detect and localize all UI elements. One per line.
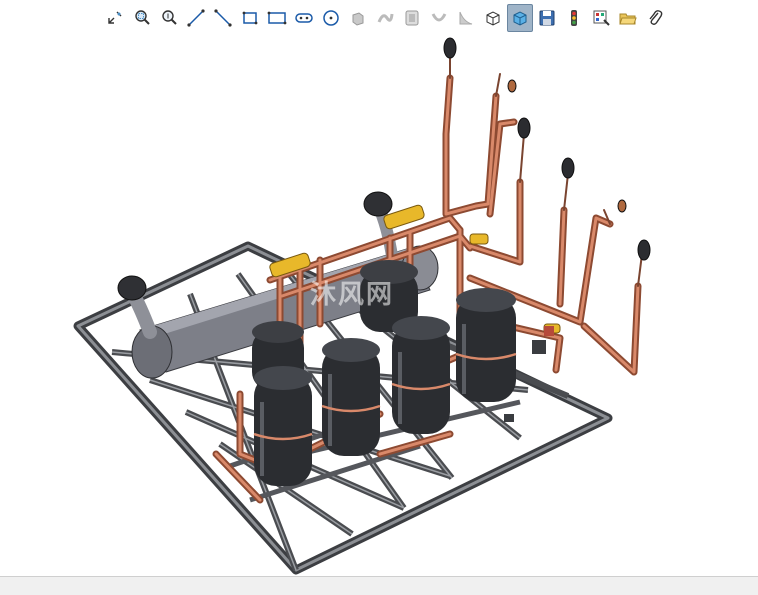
- hole-icon: [429, 8, 449, 28]
- rebuild-traffic-light-icon: [564, 8, 584, 28]
- compressor: [456, 288, 516, 402]
- compressor: [322, 338, 380, 456]
- view-orientation-icon: [483, 8, 503, 28]
- extrude-button[interactable]: [345, 4, 371, 32]
- slot-button[interactable]: [291, 4, 317, 32]
- options-icon: [591, 8, 611, 28]
- rebuild-traffic-light-button[interactable]: [561, 4, 587, 32]
- zoom-to-fit-icon: [105, 8, 125, 28]
- pressure-gauges: [443, 37, 651, 261]
- zoom-to-fit-button[interactable]: [102, 4, 128, 32]
- shaded-view-button[interactable]: [507, 4, 533, 32]
- cut-button[interactable]: [399, 4, 425, 32]
- centerline-button[interactable]: [210, 4, 236, 32]
- paperclip-button[interactable]: [642, 4, 668, 32]
- zoom-area-button[interactable]: [129, 4, 155, 32]
- fillet-icon: [456, 8, 476, 28]
- compressor: [392, 316, 450, 434]
- cad-toolbar: [102, 4, 668, 32]
- parallelogram-button[interactable]: [264, 4, 290, 32]
- options-button[interactable]: [588, 4, 614, 32]
- cut-icon: [402, 8, 422, 28]
- save-icon: [537, 8, 557, 28]
- open-folder-icon: [618, 8, 638, 28]
- sketch-line-icon: [186, 8, 206, 28]
- zoom-area-icon: [132, 8, 152, 28]
- open-folder-button[interactable]: [615, 4, 641, 32]
- paperclip-icon: [645, 8, 665, 28]
- circle-button[interactable]: [318, 4, 344, 32]
- revolve-button[interactable]: [372, 4, 398, 32]
- status-bar: [0, 576, 758, 595]
- shaded-view-icon: [510, 8, 530, 28]
- rectangle-icon: [240, 8, 260, 28]
- view-orientation-button[interactable]: [480, 4, 506, 32]
- compressor: [254, 366, 312, 486]
- slot-icon: [294, 8, 314, 28]
- centerline-icon: [213, 8, 233, 28]
- extrude-icon: [348, 8, 368, 28]
- fillet-button[interactable]: [453, 4, 479, 32]
- revolve-icon: [375, 8, 395, 28]
- save-button[interactable]: [534, 4, 560, 32]
- sketch-line-button[interactable]: [183, 4, 209, 32]
- zoom-in-out-icon: [159, 8, 179, 28]
- refrigeration-rack-model: [73, 37, 651, 575]
- circle-icon: [321, 8, 341, 28]
- hole-button[interactable]: [426, 4, 452, 32]
- parallelogram-icon: [267, 8, 287, 28]
- model-viewport[interactable]: [0, 34, 758, 576]
- zoom-in-out-button[interactable]: [156, 4, 182, 32]
- rectangle-button[interactable]: [237, 4, 263, 32]
